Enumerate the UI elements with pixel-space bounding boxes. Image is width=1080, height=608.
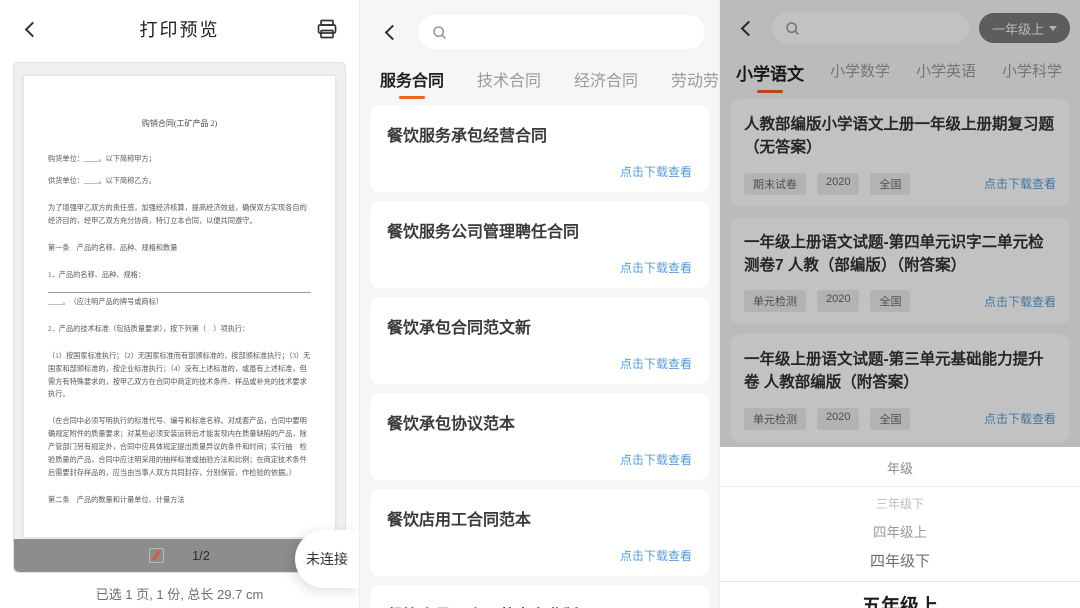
contract-title: 餐饮服务承包经营合同 — [387, 122, 692, 146]
grade-picker-sheet: 年级 三年级下 四年级上 四年级下 五年级上 — [720, 447, 1080, 608]
tab-economic-contract[interactable]: 经济合同 — [574, 67, 638, 91]
contract-card[interactable]: 餐饮店员工合同范本专业版 点击下载查看 — [370, 585, 709, 608]
doc-paragraph: 2．产品的技术标准（包括质量要求），按下列第（ ）项执行： — [48, 323, 311, 336]
page-checkbox[interactable] — [149, 548, 164, 563]
tab-labor-contract[interactable]: 劳动劳务合 — [671, 67, 719, 91]
print-preview-header: 打印预览 — [0, 0, 359, 58]
back-chevron-icon — [24, 21, 40, 37]
picker-title: 年级 — [720, 447, 1080, 487]
contract-title: 餐饮承包协议范本 — [387, 410, 692, 434]
document-preview-area: 购销合同(工矿产品 2) 购货单位：____。以下简称甲方； 供货单位：____… — [13, 62, 346, 573]
contract-title: 餐饮承包合同范文新 — [387, 314, 692, 338]
back-chevron-icon — [384, 24, 400, 40]
doc-paragraph: 第二条 产品的数量和计量单位、计量方法 — [48, 494, 311, 507]
contract-card[interactable]: 餐饮店用工合同范本 点击下载查看 — [370, 489, 709, 576]
contracts-header — [360, 0, 719, 57]
print-summary-status: 已选 1 页, 1 份, 总长 29.7 cm — [0, 584, 359, 603]
doc-paragraph: 第一条 产品的名称、品种、规格和数量 — [48, 242, 311, 255]
picker-option-grade4-down[interactable]: 四年级下 — [720, 550, 1080, 571]
picker-option-grade3-down[interactable]: 三年级下 — [720, 495, 1080, 512]
printer-icon — [315, 17, 339, 41]
contracts-panel: 服务合同 技术合同 经济合同 劳动劳务合 餐饮服务承包经营合同 点击下载查看 餐… — [360, 0, 720, 608]
doc-paragraph: 1．产品的名称、品种、规格： — [48, 269, 311, 282]
tab-technical-contract[interactable]: 技术合同 — [477, 67, 541, 91]
page-indicator: 1/2 — [192, 548, 210, 563]
download-link[interactable]: 点击下载查看 — [387, 355, 692, 372]
page-checkbox-check-icon — [152, 551, 161, 560]
download-link[interactable]: 点击下载查看 — [387, 451, 692, 468]
contract-card[interactable]: 餐饮服务公司管理聘任合同 点击下载查看 — [370, 201, 709, 288]
download-link[interactable]: 点击下载查看 — [387, 259, 692, 276]
contract-card[interactable]: 餐饮服务承包经营合同 点击下载查看 — [370, 105, 709, 192]
contract-card[interactable]: 餐饮承包协议范本 点击下载查看 — [370, 393, 709, 480]
search-input[interactable] — [418, 15, 705, 49]
doc-paragraph: 为了增强甲乙双方的责任感，加强经济核算，提高经济效益，确保双方实现各自的经济目的… — [48, 202, 311, 228]
contract-card[interactable]: 餐饮承包合同范文新 点击下载查看 — [370, 297, 709, 384]
contract-title: 餐饮店员工合同范本专业版 — [387, 602, 692, 608]
doc-paragraph: （1）按国家标准执行；（2）无国家标准而有部颁标准的，按部颁标准执行；（3）无国… — [48, 350, 311, 402]
doc-paragraph: 购货单位：____。以下简称甲方； — [48, 153, 311, 166]
print-preview-panel: 打印预览 购销合同(工矿产品 2) 购货单位：____。以下简称甲方； 供货单位… — [0, 0, 360, 608]
doc-paragraph: （在合同中必须写明执行的标准代号、编号和标准名称。对成套产品，合同中要明确规定附… — [48, 415, 311, 480]
contract-title: 餐饮服务公司管理聘任合同 — [387, 218, 692, 242]
download-link[interactable]: 点击下载查看 — [387, 163, 692, 180]
connection-status-label: 未连接 — [306, 549, 348, 569]
print-button[interactable] — [313, 15, 341, 43]
document-title: 购销合同(工矿产品 2) — [48, 118, 311, 129]
tab-service-contract[interactable]: 服务合同 — [380, 67, 444, 91]
back-button[interactable] — [18, 15, 46, 43]
contract-category-tabs: 服务合同 技术合同 经济合同 劳动劳务合 — [360, 57, 719, 105]
doc-paragraph: 供货单位：____。以下简称乙方。 — [48, 175, 311, 188]
page-title: 打印预览 — [140, 16, 220, 42]
printer-connection-badge[interactable]: 未连接 — [295, 530, 359, 588]
search-icon — [431, 24, 448, 41]
study-papers-panel: 一年级上 小学语文 小学数学 小学英语 小学科学 人教部编版小学语文上册一年级上… — [720, 0, 1080, 608]
screenshot-root: 打印预览 购销合同(工矿产品 2) 购货单位：____。以下简称甲方； 供货单位… — [0, 0, 1080, 608]
modal-dim-overlay[interactable] — [720, 0, 1080, 447]
picker-option-grade4-up[interactable]: 四年级上 — [720, 521, 1080, 541]
picker-selection-divider — [720, 581, 1080, 582]
contract-title: 餐饮店用工合同范本 — [387, 506, 692, 530]
picker-option-grade5-up[interactable]: 五年级上 — [720, 591, 1080, 608]
doc-paragraph: ____。 （应注明产品的牌号或商标） — [48, 292, 311, 309]
back-button[interactable] — [378, 18, 406, 46]
document-page: 购销合同(工矿产品 2) 购货单位：____。以下简称甲方； 供货单位：____… — [23, 75, 336, 538]
download-link[interactable]: 点击下载查看 — [387, 547, 692, 564]
